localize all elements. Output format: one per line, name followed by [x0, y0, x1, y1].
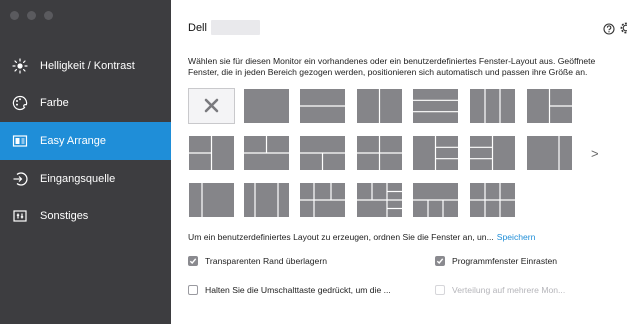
layout-tile-left-plus-right-three[interactable]: [413, 136, 458, 170]
layout-description: Wählen sie für diesen Monitor ein vorhan…: [188, 56, 596, 77]
option-label: Transparenten Rand überlagern: [205, 256, 327, 266]
gear-icon[interactable]: [619, 21, 627, 35]
layout-tile-mixed-split[interactable]: [300, 183, 345, 217]
close-window-button[interactable]: [10, 11, 19, 20]
minimize-window-button[interactable]: [27, 11, 36, 20]
instruction-text: Um ein benutzerdefiniertes Layout zu erz…: [188, 232, 494, 242]
help-icon[interactable]: [603, 22, 615, 35]
layout-tile-left-right[interactable]: [357, 89, 402, 123]
sidebar: Helligkeit / Kontrast Farbe Easy Arrange…: [0, 0, 171, 324]
sidebar-item-farbe[interactable]: Farbe: [0, 84, 171, 122]
sidebar-item-label: Farbe: [40, 97, 69, 109]
sidebar-item-label: Sonstiges: [40, 210, 89, 222]
model-name-field: [211, 20, 260, 35]
layout-tile-narrow-left-wide-right[interactable]: [189, 183, 234, 217]
window-controls: [10, 11, 53, 20]
option-label: Programmfenster Einrasten: [452, 256, 558, 266]
layout-tile-wide-center[interactable]: [244, 183, 289, 217]
sidebar-item-easy-arrange[interactable]: Easy Arrange: [0, 122, 171, 160]
layout-tile-left-plus-right-split[interactable]: [527, 89, 572, 123]
option-snap-windows[interactable]: Programmfenster Einrasten: [435, 256, 557, 266]
layout-tile-none[interactable]: [188, 88, 235, 124]
layout-tile-wide-left-narrow-right[interactable]: [527, 136, 572, 170]
easy-arrange-icon: [12, 133, 28, 149]
checkbox[interactable]: [188, 256, 198, 266]
checkbox[interactable]: [435, 256, 445, 266]
misc-icon: [12, 208, 28, 224]
layout-tile-quadrants[interactable]: [357, 136, 402, 170]
option-shift-key[interactable]: Halten Sie die Umschalttaste gedrückt, u…: [188, 285, 391, 295]
next-layouts-arrow[interactable]: >: [591, 146, 599, 161]
layout-tile-three-rows[interactable]: [413, 89, 458, 123]
option-transparent-border[interactable]: Transparenten Rand überlagern: [188, 256, 327, 266]
app-window: Helligkeit / Kontrast Farbe Easy Arrange…: [0, 0, 627, 324]
sidebar-item-sonstiges[interactable]: Sonstiges: [0, 197, 171, 235]
color-icon: [12, 95, 28, 111]
sidebar-item-eingangsquelle[interactable]: Eingangsquelle: [0, 160, 171, 198]
option-label: Verteilung auf mehrere Mon...: [452, 285, 566, 295]
sidebar-item-helligkeit[interactable]: Helligkeit / Kontrast: [0, 47, 171, 85]
sidebar-item-label: Eingangsquelle: [40, 173, 116, 185]
layout-tile-top-bottom-split[interactable]: [300, 136, 345, 170]
save-link[interactable]: Speichern: [497, 232, 536, 242]
main-panel: Dell Wählen sie für diesen Monitor ein v…: [171, 0, 627, 324]
layout-tile-three-columns[interactable]: [470, 89, 515, 123]
layout-tile-grid-complex[interactable]: [357, 183, 402, 217]
brightness-icon: [12, 58, 28, 74]
sidebar-item-label: Helligkeit / Kontrast: [40, 60, 135, 72]
layout-tile-top-split-bottom[interactable]: [244, 136, 289, 170]
sidebar-item-label: Easy Arrange: [40, 135, 107, 147]
checkbox[interactable]: [188, 285, 198, 295]
option-multi-monitor: Verteilung auf mehrere Mon...: [435, 285, 565, 295]
layout-tile-two-by-three[interactable]: [470, 183, 515, 217]
layout-tile-top-bottom-three[interactable]: [413, 183, 458, 217]
input-source-icon: [12, 171, 28, 187]
layout-tile-full[interactable]: [244, 89, 289, 123]
brand-title: Dell: [188, 22, 207, 34]
option-label: Halten Sie die Umschalttaste gedrückt, u…: [205, 285, 391, 295]
layout-tile-top-bottom[interactable]: [300, 89, 345, 123]
layout-tile-left-split-plus-right[interactable]: [189, 136, 234, 170]
checkbox: [435, 285, 445, 295]
layout-tile-left-three-plus-right[interactable]: [470, 136, 515, 170]
zoom-window-button[interactable]: [44, 11, 53, 20]
custom-layout-instruction: Um ein benutzerdefiniertes Layout zu erz…: [188, 232, 535, 242]
